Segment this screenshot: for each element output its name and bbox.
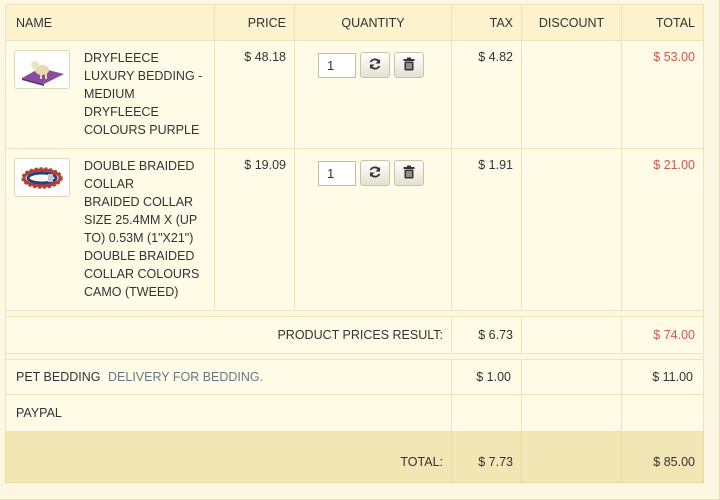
delete-button[interactable] (394, 160, 424, 186)
item-tax: $ 4.82 (451, 40, 522, 149)
payment-total (621, 394, 704, 432)
trash-icon (403, 57, 415, 74)
dog-bed-icon[interactable] (14, 50, 70, 89)
name-line: DRYFLEECE (84, 105, 159, 119)
grand-total-discount (521, 431, 622, 483)
name-line: DRYFLEECE (84, 51, 159, 65)
name-line: DOUBLE BRAIDED (84, 249, 195, 263)
item-tax: $ 1.91 (451, 148, 522, 311)
refresh-button[interactable] (360, 160, 390, 186)
name-line: COLLAR COLOURS (84, 267, 200, 281)
shipping-total: $ 11.00 (621, 359, 704, 395)
name-line: BRAIDED COLLAR (84, 195, 194, 209)
name-line: MEDIUM (84, 87, 135, 101)
col-quantity: QUANTITY (294, 4, 452, 41)
refresh-icon (368, 57, 382, 74)
grand-total-tax: $ 7.73 (451, 431, 522, 483)
product-summary-discount (521, 316, 622, 354)
payment-tax (451, 394, 522, 432)
product-summary-label: PRODUCT PRICES RESULT: (5, 316, 452, 354)
shipping-name: PET BEDDING (16, 370, 101, 384)
item-price: $ 48.18 (214, 40, 295, 149)
shipping-discount (521, 359, 622, 395)
col-price: PRICE (214, 4, 295, 41)
name-line: COLOURS PURPLE (84, 123, 200, 137)
name-line: LUXURY BEDDING - (84, 69, 203, 83)
name-line: COLLAR (84, 177, 135, 191)
name-line: TO) 0.53M (1"X21") (84, 231, 194, 245)
col-total: TOTAL (621, 4, 704, 41)
product-summary-total: $ 74.00 (621, 316, 704, 354)
name-line: CAMO (TWEED) (84, 285, 179, 299)
item-price: $ 19.09 (214, 148, 295, 311)
col-name: NAME (5, 4, 215, 41)
product-summary-tax: $ 6.73 (451, 316, 522, 354)
payment-name: PAYPAL (5, 394, 452, 432)
col-discount: DISCOUNT (521, 4, 622, 41)
name-line: DOUBLE BRAIDED (84, 159, 195, 173)
item-discount (521, 148, 622, 311)
item-total: $ 21.00 (621, 148, 704, 311)
grand-total-row: TOTAL: $ 7.73 $ 85.00 (5, 431, 704, 483)
shipping-row: PET BEDDING DELIVERY FOR BEDDING. $ 1.00… (5, 359, 704, 395)
grand-total-value: $ 85.00 (621, 431, 704, 483)
item-total: $ 53.00 (621, 40, 704, 149)
shipping-cell: PET BEDDING DELIVERY FOR BEDDING. (5, 359, 452, 395)
payment-discount (521, 394, 622, 432)
cart-item-row: DRYFLEECE LUXURY BEDDING - MEDIUM DRYFLE… (5, 40, 704, 149)
header-row: NAME PRICE QUANTITY TAX DISCOUNT TOTAL (5, 4, 704, 41)
refresh-button[interactable] (360, 52, 390, 78)
delete-button[interactable] (394, 52, 424, 78)
cart-item-row: DOUBLE BRAIDED COLLAR BRAIDED COLLAR SIZ… (5, 148, 704, 311)
trash-icon (403, 165, 415, 182)
item-discount (521, 40, 622, 149)
name-line: SIZE 25.4MM X (UP (84, 213, 198, 227)
collar-icon[interactable] (14, 158, 70, 197)
col-tax: TAX (451, 4, 522, 41)
product-name[interactable]: DOUBLE BRAIDED COLLAR BRAIDED COLLAR SIZ… (84, 157, 199, 301)
payment-row: PAYPAL (5, 394, 704, 432)
quantity-input[interactable]: 1 (318, 52, 356, 78)
refresh-icon (368, 165, 382, 182)
grand-total-label: TOTAL: (5, 431, 452, 483)
shipping-tax: $ 1.00 (451, 359, 522, 395)
product-summary-row: PRODUCT PRICES RESULT: $ 6.73 $ 74.00 (5, 316, 704, 354)
shipping-description: DELIVERY FOR BEDDING. (108, 370, 264, 384)
cart-table: NAME PRICE QUANTITY TAX DISCOUNT TOTAL D… (5, 4, 704, 483)
product-name[interactable]: DRYFLEECE LUXURY BEDDING - MEDIUM DRYFLE… (84, 49, 202, 139)
quantity-input[interactable]: 1 (318, 160, 356, 186)
